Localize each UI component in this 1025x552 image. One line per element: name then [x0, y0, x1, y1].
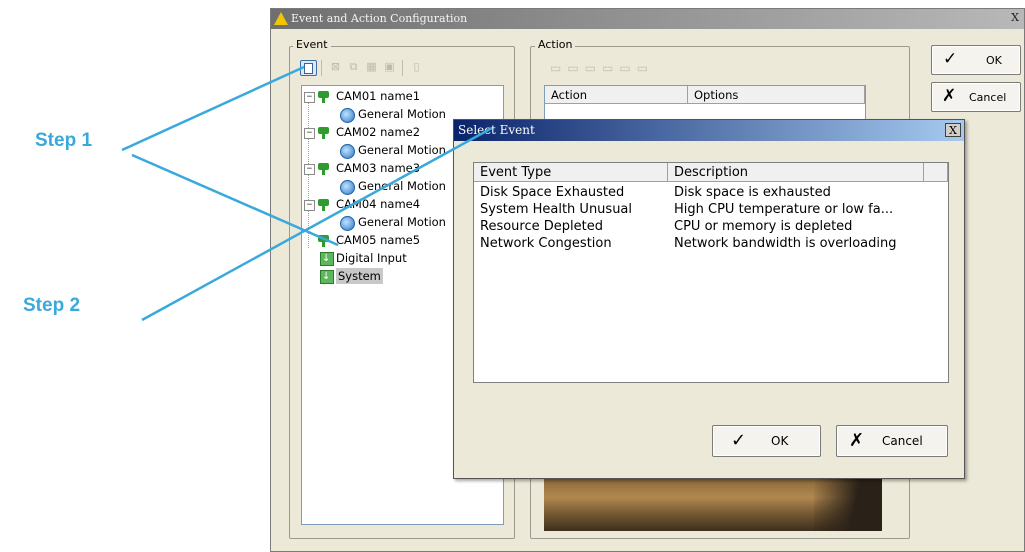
step-2-pointer-line [141, 126, 493, 322]
step-1-pointer-line [121, 65, 305, 152]
annotation-lines [121, 65, 493, 322]
step-1-pointer-line-2 [131, 153, 339, 247]
